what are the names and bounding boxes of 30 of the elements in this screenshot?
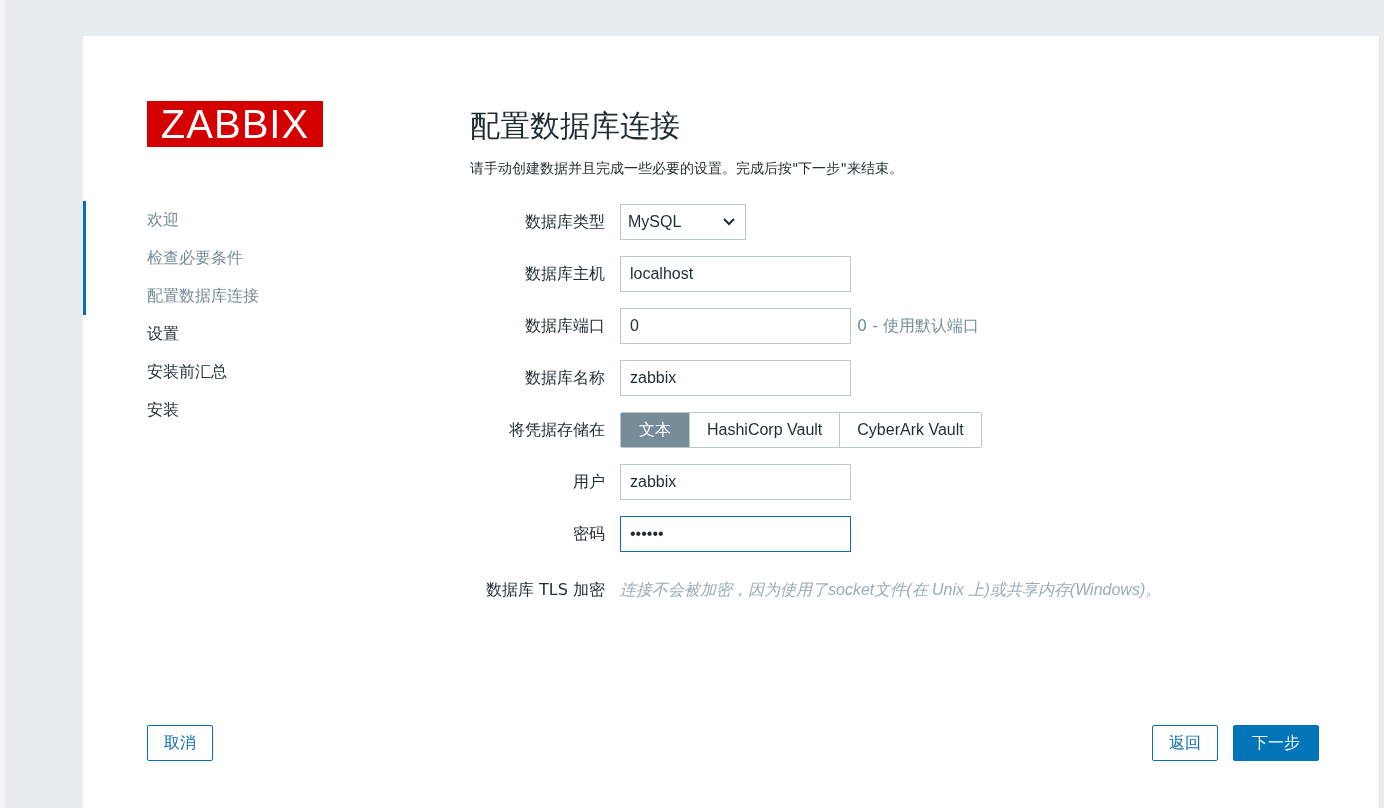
description-text: 请手动创建数据并且完成一些必要的设置。完成后按"下一步"来结束。 [470, 160, 904, 178]
field-label: 数据库名称 [524, 367, 606, 389]
step-label: 欢迎 [147, 209, 179, 231]
input-field[interactable]: localhost [620, 256, 851, 292]
cancel-button[interactable]: 取消 [147, 725, 213, 761]
field-label: 数据库类型 [524, 211, 606, 233]
field-label: 数据库 TLS 加密 [485, 579, 606, 601]
step-label: 安装前汇总 [147, 361, 227, 383]
field-label: 密码 [572, 523, 606, 545]
database-type-select[interactable]: MySQL [620, 204, 746, 240]
segment-button[interactable]: CyberArk Vault [839, 413, 981, 447]
field-label: 将凭据存储在 [508, 419, 606, 441]
field-label: 用户 [572, 471, 606, 493]
step-label: 检查必要条件 [147, 247, 243, 269]
step-label: 安装 [147, 399, 179, 421]
input-field[interactable]: 0 [620, 308, 851, 344]
back-button[interactable]: 返回 [1152, 725, 1218, 761]
chevron-down-icon [723, 218, 735, 226]
note-text: 连接不会被加密，因为使用了socket文件(在 Unix 上)或共享内存(Windows)。 [620, 579, 1162, 600]
next-button[interactable]: 下一步 [1233, 725, 1319, 761]
input-field[interactable]: zabbix [620, 464, 851, 500]
zabbix-logo: ZABBIX [147, 101, 323, 147]
field-label: 数据库主机 [524, 263, 606, 285]
step-label: 配置数据库连接 [147, 285, 259, 307]
input-field[interactable]: zabbix [620, 360, 851, 396]
page-title: 配置数据库连接 [470, 107, 681, 145]
hint-text: 0 - 使用默认端口 [857, 315, 980, 337]
step-label: 设置 [147, 323, 179, 345]
field-label: 数据库端口 [524, 315, 606, 337]
input-field[interactable]: •••••• [620, 516, 851, 552]
